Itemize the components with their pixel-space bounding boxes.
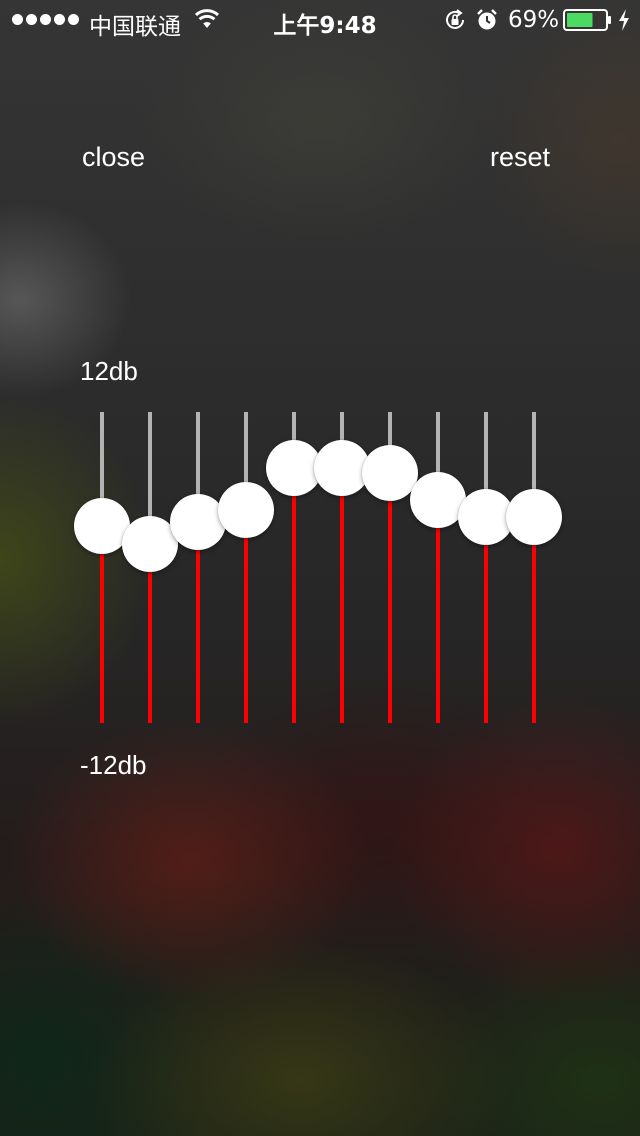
eq-band-9[interactable] [458,412,514,723]
eq-band-track-lower [100,526,104,723]
eq-band-10[interactable] [506,412,562,723]
equalizer [0,0,640,1136]
eq-band-knob[interactable] [218,482,274,539]
eq-band-8[interactable] [410,412,466,723]
eq-band-6[interactable] [314,412,370,723]
eq-band-knob[interactable] [506,488,562,545]
eq-band-track-lower [388,472,392,723]
eq-band-5[interactable] [266,412,322,723]
eq-band-track-lower [340,467,344,723]
eq-band-2[interactable] [122,412,178,723]
eq-band-track-lower [292,467,296,723]
eq-band-3[interactable] [170,412,226,723]
eq-band-knob[interactable] [362,444,418,501]
eq-band-track-lower [484,516,488,723]
eq-band-7[interactable] [362,412,418,723]
eq-band-track-lower [532,516,536,723]
eq-band-track-lower [436,500,440,723]
eq-band-track-lower [196,522,200,723]
eq-band-1[interactable] [74,412,130,723]
eq-band-track-lower [244,510,248,723]
eq-band-4[interactable] [218,412,274,723]
eq-band-knob[interactable] [170,494,226,551]
